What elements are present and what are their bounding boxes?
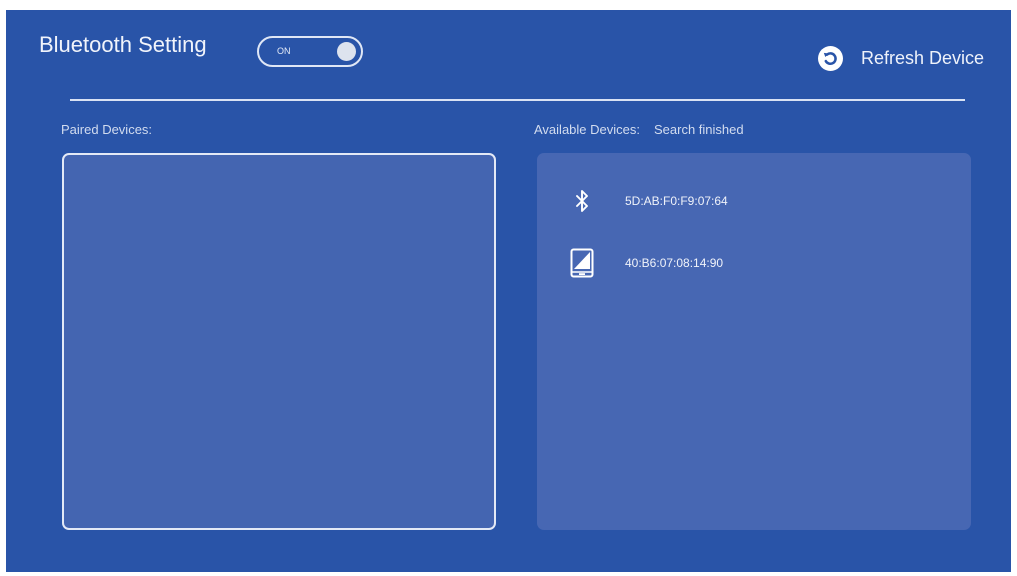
refresh-device-button[interactable]: Refresh Device: [817, 46, 984, 71]
bluetooth-icon: [563, 186, 601, 216]
available-devices-list[interactable]: 5D:AB:F0:F9:07:64 40:B6:07:08:14:90: [537, 153, 971, 530]
page-title: Bluetooth Setting: [39, 32, 207, 57]
refresh-label: Refresh Device: [860, 48, 984, 68]
device-item[interactable]: 5D:AB:F0:F9:07:64: [563, 186, 728, 216]
phone-icon: [563, 248, 601, 278]
paired-devices-label: Paired Devices:: [61, 122, 153, 137]
device-name: 40:B6:07:08:14:90: [625, 256, 724, 270]
paired-devices-list[interactable]: [62, 153, 496, 530]
toggle-knob: [337, 42, 356, 61]
toggle-label: ON: [277, 46, 291, 56]
bluetooth-settings-screen: Bluetooth Setting ON Refresh Device Pair…: [6, 10, 1011, 572]
bluetooth-toggle[interactable]: ON: [257, 36, 363, 67]
available-devices-header: Available Devices: Search finished: [534, 122, 744, 137]
refresh-icon: [817, 46, 843, 71]
available-devices-label: Available Devices:: [534, 122, 640, 137]
search-status: Search finished: [653, 122, 744, 137]
device-name: 5D:AB:F0:F9:07:64: [625, 194, 728, 208]
device-item[interactable]: 40:B6:07:08:14:90: [563, 248, 723, 278]
header-divider: [70, 99, 965, 101]
